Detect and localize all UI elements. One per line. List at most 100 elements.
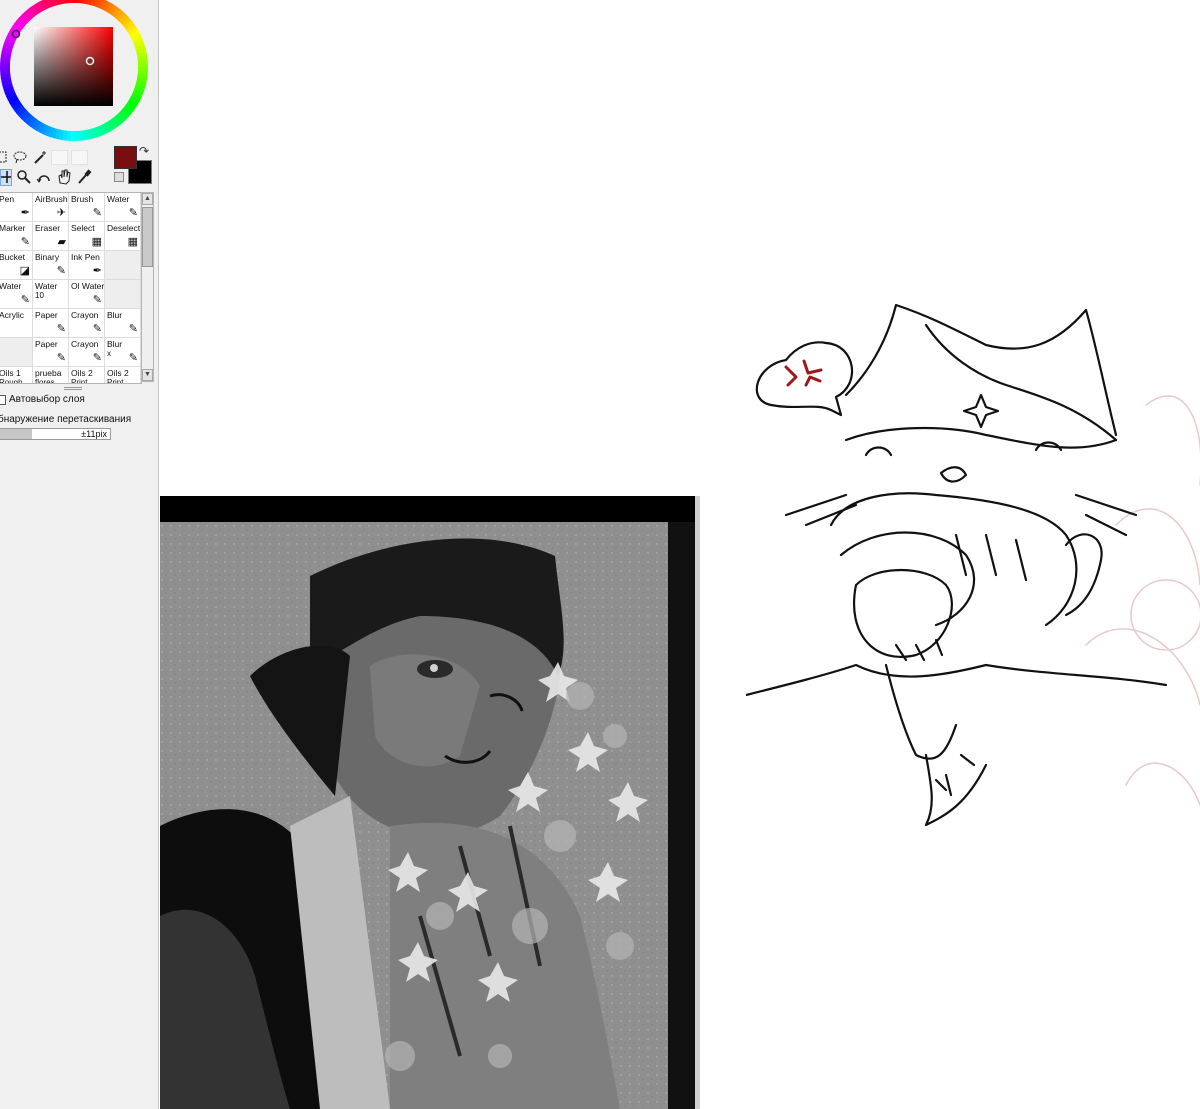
drawing-canvas[interactable] xyxy=(160,0,1200,1109)
anger-symbol xyxy=(784,359,823,387)
brush-marker[interactable]: Marker ✎ xyxy=(0,222,33,251)
paper-icon: ✎ xyxy=(56,352,66,364)
scroll-down-arrow-icon[interactable]: ▼ xyxy=(142,369,153,381)
airbrush-icon: ✈ xyxy=(56,207,66,219)
water-icon: ✎ xyxy=(128,207,138,219)
auto-select-checkbox[interactable] xyxy=(0,394,6,405)
brush-label: Oils 2 xyxy=(107,368,129,378)
brush-crayon[interactable]: Crayon ✎ xyxy=(69,309,105,338)
brush-label: Oils 1 xyxy=(0,368,21,378)
brush-eraser[interactable]: Eraser ▰ xyxy=(33,222,69,251)
brush-label: Paper xyxy=(35,310,58,320)
brush-water[interactable]: Water ✎ xyxy=(105,193,141,222)
hue-ring-segment[interactable] xyxy=(137,63,148,68)
ink-pen-icon: ✒ xyxy=(92,265,102,277)
eraser-icon: ▰ xyxy=(57,236,66,248)
empty-tool-slot xyxy=(51,149,68,165)
magic-wand-icon[interactable] xyxy=(31,149,48,166)
brush-label: Blur xyxy=(107,310,123,320)
blur-icon: ✎ xyxy=(128,323,138,335)
swap-colors-icon[interactable]: ↷ xyxy=(139,144,149,158)
deselect-icon: ▦ xyxy=(127,236,138,248)
color-wheel[interactable] xyxy=(0,0,152,142)
paper-icon: ✎ xyxy=(56,323,66,335)
grayscale-portrait-artwork xyxy=(160,496,700,1109)
brush-brush[interactable]: Brush ✎ xyxy=(69,193,105,222)
water-icon: ✎ xyxy=(20,294,30,306)
foreground-color-swatch[interactable] xyxy=(114,146,137,169)
brush-ol-water[interactable]: Ol Water ✎ xyxy=(69,280,105,309)
zoom-icon[interactable] xyxy=(15,169,32,186)
brush-bucket[interactable]: Bucket ◪ xyxy=(0,251,33,280)
speech-bubble xyxy=(755,341,854,417)
brush-oils-2[interactable]: Oils 2 Print xyxy=(69,367,105,384)
hand-icon[interactable] xyxy=(55,169,72,186)
brush-ink-pen[interactable]: Ink Pen ✒ xyxy=(69,251,105,280)
brush-paper[interactable]: Paper ✎ xyxy=(33,338,69,367)
brush-select[interactable]: Select ▦ xyxy=(69,222,105,251)
brush-empty-slot xyxy=(105,280,141,309)
tool-panel: ↷ Pen ✒ AirBrush ✈ Brush ✎ Water ✎ Marker ✎ Eraser… xyxy=(0,0,159,1109)
marker-icon: ✎ xyxy=(20,236,30,248)
reset-colors-icon[interactable] xyxy=(114,172,124,182)
brush-label: AirBrush xyxy=(35,194,68,204)
brush-label: Crayon xyxy=(71,339,99,349)
select-icon: ▦ xyxy=(91,236,102,248)
oil-water-icon: ✎ xyxy=(92,294,102,306)
cat-sketch-artwork xyxy=(746,303,1200,827)
brush-crayon[interactable]: Crayon ✎ xyxy=(69,338,105,367)
brush-sub-label: flores xyxy=(35,378,55,384)
brush-label: Acrylic xyxy=(0,310,25,320)
brush-sub-label: Print xyxy=(107,378,124,384)
brush-oils-2[interactable]: Oils 2 Print xyxy=(105,367,141,384)
auto-select-layer-option[interactable]: Автовыбор слоя xyxy=(0,394,85,405)
brush-label: Deselect xyxy=(107,223,141,233)
brush-icon: ✎ xyxy=(92,207,102,219)
hue-ring-segment[interactable] xyxy=(0,66,11,71)
drag-detection-label: бнаружение перетаскивания xyxy=(0,414,132,425)
brush-paper[interactable]: Paper ✎ xyxy=(33,309,69,338)
brush-label: Crayon xyxy=(71,310,99,320)
hue-ring-segment[interactable] xyxy=(73,130,78,141)
brush-label: Water xyxy=(0,281,22,291)
drag-detection-slider[interactable]: ±11pix xyxy=(0,428,111,440)
brush-pen[interactable]: Pen ✒ xyxy=(0,193,33,222)
brush-prueba[interactable]: prueba flores xyxy=(33,367,69,384)
crayon-icon: ✎ xyxy=(92,352,102,364)
scroll-thumb[interactable] xyxy=(142,207,153,267)
brush-airbrush[interactable]: AirBrush ✈ xyxy=(33,193,69,222)
eyedropper-icon[interactable] xyxy=(75,169,92,186)
lasso-select-icon[interactable] xyxy=(11,149,28,166)
brush-grid-scrollbar[interactable]: ▲ ▼ xyxy=(141,192,154,382)
brush-acrylic[interactable]: Acrylic xyxy=(0,309,33,338)
drag-detection-slider-fill xyxy=(0,429,33,439)
crayon-icon: ✎ xyxy=(92,323,102,335)
brush-binary[interactable]: Binary ✎ xyxy=(33,251,69,280)
brush-water[interactable]: Water ✎ xyxy=(0,280,33,309)
rect-select-icon[interactable] xyxy=(0,149,8,166)
hue-ring-segment[interactable] xyxy=(70,0,75,4)
brush-label: Select xyxy=(71,223,95,233)
brush-blur[interactable]: Blur ✎ xyxy=(105,309,141,338)
panel-splitter[interactable] xyxy=(64,387,82,390)
brush-deselect[interactable]: Deselect ▦ xyxy=(105,222,141,251)
brush-label: Marker xyxy=(0,223,26,233)
brush-blur[interactable]: Blur x ✎ xyxy=(105,338,141,367)
bucket-icon: ◪ xyxy=(19,265,30,277)
rotate-icon[interactable] xyxy=(35,169,52,186)
brush-label: prueba xyxy=(35,368,62,378)
brush-label: Pen xyxy=(0,194,15,204)
brush-oils-1[interactable]: Oils 1 Rough xyxy=(0,367,33,383)
scroll-up-arrow-icon[interactable]: ▲ xyxy=(142,193,153,205)
blur-icon: ✎ xyxy=(128,352,138,364)
brush-label: Eraser xyxy=(35,223,61,233)
brush-sub-label: Print xyxy=(71,378,88,384)
brush-label: Binary xyxy=(35,252,60,262)
move-icon[interactable] xyxy=(0,168,12,186)
brush-label: Water xyxy=(107,194,130,204)
brush-water[interactable]: Water 10 xyxy=(33,280,69,309)
auto-select-label: Автовыбор слоя xyxy=(9,394,85,405)
brush-label: Water xyxy=(35,281,58,291)
brush-label: Bucket xyxy=(0,252,25,262)
empty-tool-slot xyxy=(71,149,88,165)
